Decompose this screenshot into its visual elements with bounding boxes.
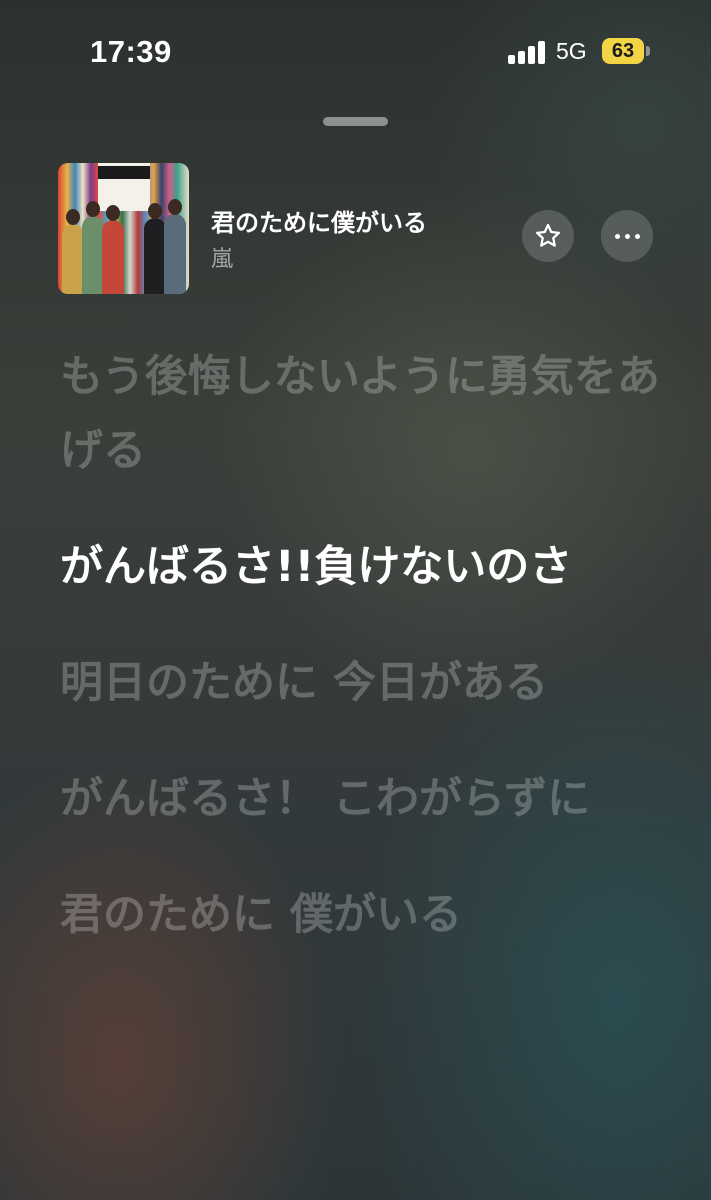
album-artwork[interactable] — [58, 163, 189, 294]
lyric-line[interactable]: 君のために 僕がいる — [60, 878, 660, 952]
lyric-line[interactable]: 明日のために 今日がある — [60, 646, 660, 720]
ellipsis-icon — [614, 233, 640, 239]
more-options-button[interactable] — [601, 210, 653, 262]
cellular-signal-icon — [508, 40, 548, 64]
network-type: 5G — [556, 38, 587, 64]
battery-icon: 63 — [602, 38, 644, 64]
status-bar: 17:39 5G 63 — [0, 0, 711, 100]
star-outline-icon — [536, 223, 560, 247]
sheet-grabber[interactable] — [323, 117, 388, 126]
status-time: 17:39 — [90, 34, 172, 69]
album-art-label — [98, 163, 150, 211]
lyric-line[interactable]: もう後悔しないように勇気をあげる — [60, 340, 660, 488]
favorite-button[interactable] — [522, 210, 574, 262]
track-artist[interactable]: 嵐 — [211, 241, 233, 273]
lyric-line-current[interactable]: がんばるさ!!負けないのさ — [60, 530, 660, 604]
lyric-line[interactable]: がんばるさ！ こわがらずに — [60, 762, 660, 836]
battery-tip — [646, 46, 650, 56]
lyrics-view[interactable]: もう後悔しないように勇気をあげる がんばるさ!!負けないのさ 明日のために 今日… — [60, 340, 660, 994]
track-title: 君のために僕がいる — [211, 209, 427, 237]
